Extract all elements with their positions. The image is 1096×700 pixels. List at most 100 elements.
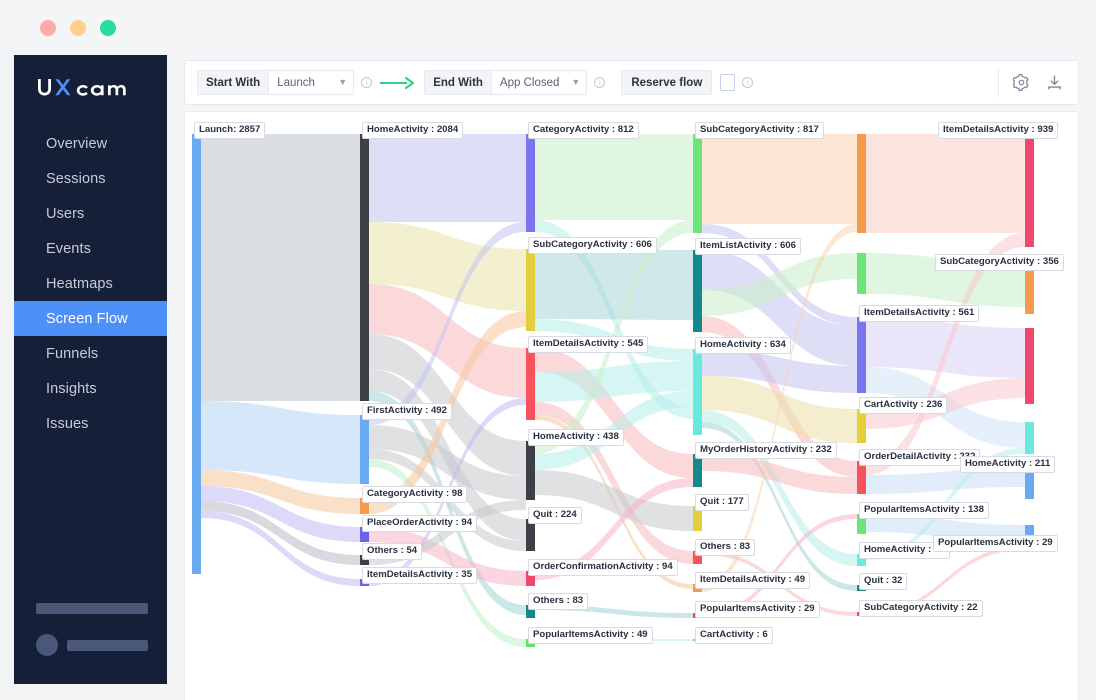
sidebar-item-heatmaps[interactable]: Heatmaps — [14, 266, 167, 301]
sankey-link[interactable] — [702, 134, 857, 224]
info-icon[interactable]: i — [361, 77, 373, 88]
sankey-node[interactable] — [857, 134, 866, 233]
sidebar: Overview Sessions Users Events Heatmaps … — [14, 55, 167, 684]
sankey-node-label[interactable]: HomeActivity : 211 — [960, 456, 1056, 474]
sankey-node-label[interactable]: FirstActivity : 492 — [362, 403, 452, 421]
sidebar-item-label: Overview — [46, 135, 108, 152]
sankey-node-label[interactable]: Quit : 224 — [528, 507, 582, 525]
placeholder-row — [36, 634, 148, 656]
sankey-node-label[interactable]: Others : 83 — [695, 539, 756, 557]
sankey-node-label[interactable]: MyOrderHistoryActivity : 232 — [695, 442, 837, 460]
sankey-node[interactable] — [192, 134, 201, 574]
sankey-node-label[interactable]: PopularItemsActivity : 29 — [933, 535, 1058, 553]
sankey-node[interactable] — [1025, 134, 1034, 247]
sidebar-item-screen-flow[interactable]: Screen Flow — [14, 301, 167, 336]
sankey-node[interactable] — [526, 134, 535, 232]
sidebar-item-events[interactable]: Events — [14, 231, 167, 266]
sankey-node[interactable] — [1025, 422, 1034, 454]
sankey-node[interactable] — [693, 134, 702, 233]
chevron-down-icon: ▼ — [338, 77, 348, 87]
end-with-select[interactable]: App Closed ▼ — [490, 70, 588, 95]
sankey-node-label[interactable]: ItemDetailsActivity : 545 — [528, 336, 649, 354]
close-dot[interactable] — [40, 20, 56, 36]
sankey-node-label[interactable]: Others : 83 — [528, 593, 589, 611]
info-icon[interactable]: i — [594, 77, 606, 88]
sankey-node[interactable] — [526, 441, 535, 500]
sankey-node-label[interactable]: ItemDetailsActivity : 939 — [938, 122, 1059, 140]
sankey-node-label[interactable]: HomeActivity : 438 — [528, 429, 624, 447]
sankey-node-label[interactable]: OrderConfirmationActivity : 94 — [528, 559, 678, 577]
sankey-node-label[interactable]: SubCategoryActivity : 817 — [695, 122, 824, 140]
sankey-node[interactable] — [1025, 328, 1034, 404]
minimize-dot[interactable] — [70, 20, 86, 36]
sankey-node-label[interactable]: CategoryActivity : 812 — [528, 122, 639, 140]
sankey-node-label[interactable]: Others : 54 — [362, 543, 423, 561]
sidebar-item-issues[interactable]: Issues — [14, 406, 167, 441]
app-root: Overview Sessions Users Events Heatmaps … — [0, 0, 1096, 700]
sidebar-item-label: Insights — [46, 380, 97, 397]
reserve-flow-group: Reserve flow i — [621, 70, 754, 95]
sankey-node-label[interactable]: PopularItemsActivity : 138 — [859, 502, 989, 520]
sidebar-item-funnels[interactable]: Funnels — [14, 336, 167, 371]
sankey-node-label[interactable]: Quit : 177 — [695, 494, 749, 512]
sidebar-item-label: Issues — [46, 415, 89, 432]
end-with-group: End With App Closed ▼ i — [424, 70, 606, 95]
sidebar-item-label: Users — [46, 205, 85, 222]
sankey-node-label[interactable]: ItemDetailsActivity : 49 — [695, 572, 811, 590]
placeholder-line — [67, 639, 148, 651]
sankey-node-label[interactable]: ItemDetailsActivity : 561 — [859, 305, 980, 323]
sankey-node-label[interactable]: Quit : 32 — [859, 573, 908, 591]
sankey-link[interactable] — [369, 134, 526, 222]
sankey-node-label[interactable]: HomeActivity : 2084 — [362, 122, 464, 140]
sankey-link[interactable] — [535, 134, 693, 220]
sankey-node-label[interactable]: HomeActivity : 634 — [695, 337, 791, 355]
sankey-node-label[interactable]: ItemListActivity : 606 — [695, 238, 801, 256]
sankey-node-label[interactable]: PopularItemsActivity : 49 — [528, 627, 653, 645]
sidebar-item-insights[interactable]: Insights — [14, 371, 167, 406]
sankey-node[interactable] — [526, 348, 535, 420]
download-icon[interactable] — [1046, 74, 1063, 91]
sankey-link[interactable] — [201, 511, 360, 586]
sankey-node-label[interactable]: PlaceOrderActivity : 94 — [362, 515, 478, 533]
sankey-node-label[interactable]: CartActivity : 236 — [859, 397, 948, 415]
sankey-node[interactable] — [1025, 266, 1034, 314]
chevron-down-icon: ▼ — [571, 77, 581, 87]
sankey-link[interactable] — [201, 134, 360, 401]
uxcam-logo[interactable] — [36, 76, 167, 102]
sankey-node-label[interactable]: PopularItemsActivity : 29 — [695, 601, 820, 619]
start-with-select[interactable]: Launch ▼ — [268, 70, 355, 95]
sankey-node[interactable] — [693, 250, 702, 332]
sankey-node[interactable] — [857, 317, 866, 393]
sankey-link[interactable] — [866, 134, 1025, 233]
sidebar-item-users[interactable]: Users — [14, 196, 167, 231]
end-with-value: App Closed — [499, 76, 560, 89]
sidebar-item-label: Heatmaps — [46, 275, 113, 292]
sankey-node-label[interactable]: Launch: 2857 — [194, 122, 266, 140]
sidebar-item-sessions[interactable]: Sessions — [14, 161, 167, 196]
sidebar-item-label: Sessions — [46, 170, 106, 187]
sankey-node-label[interactable]: SubCategoryActivity : 22 — [859, 600, 983, 618]
toolbar-actions — [998, 68, 1078, 97]
sankey-node[interactable] — [857, 409, 866, 443]
sankey-node-label[interactable]: SubCategoryActivity : 606 — [528, 237, 657, 255]
sidebar-item-overview[interactable]: Overview — [14, 126, 167, 161]
maximize-dot[interactable] — [100, 20, 116, 36]
sankey-link[interactable] — [535, 249, 693, 320]
sankey-node[interactable] — [693, 349, 702, 435]
info-icon[interactable]: i — [742, 77, 754, 88]
placeholder-bar — [36, 603, 148, 614]
sankey-node[interactable] — [360, 134, 369, 401]
reserve-flow-checkbox[interactable] — [720, 74, 736, 91]
browser-window: Overview Sessions Users Events Heatmaps … — [14, 0, 1096, 700]
flow-arrow-icon — [380, 76, 415, 89]
sankey-node[interactable] — [360, 415, 369, 484]
sankey-node[interactable] — [526, 249, 535, 331]
reserve-flow-button[interactable]: Reserve flow — [621, 70, 713, 95]
sankey-node-label[interactable]: ItemDetailsActivity : 35 — [362, 567, 478, 585]
sankey-node-label[interactable]: CartActivity : 6 — [695, 627, 773, 645]
gear-icon[interactable] — [1013, 74, 1030, 91]
sankey-node[interactable] — [857, 253, 866, 294]
sankey-node-label[interactable]: SubCategoryActivity : 356 — [935, 254, 1064, 272]
sidebar-nav: Overview Sessions Users Events Heatmaps … — [14, 126, 167, 441]
sankey-node-label[interactable]: CategoryActivity : 98 — [362, 486, 468, 504]
